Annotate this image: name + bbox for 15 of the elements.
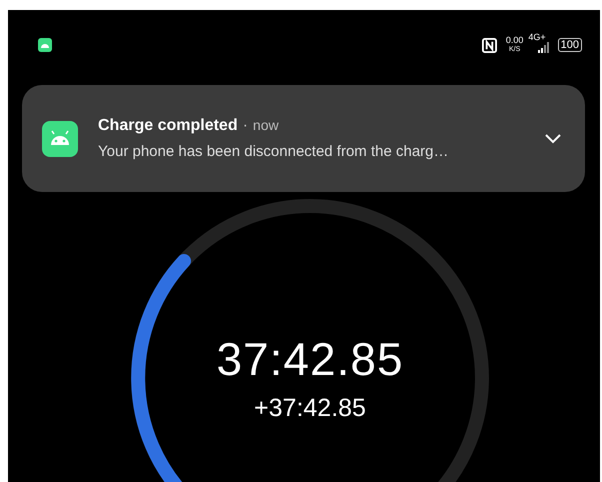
notification-body: Your phone has been disconnected from the charg… [98,143,450,160]
lap-time: +37:42.85 [254,394,366,423]
separator-dot: · [242,117,248,134]
android-notification-icon [38,38,52,52]
nfc-icon [482,38,497,52]
notification-time: now [252,117,279,133]
notification-card[interactable]: Charge completed · now Your phone has been disconnected from the charg… [22,85,585,192]
signal-icon [536,42,549,54]
android-app-icon [42,120,78,156]
stopwatch-time: 37:42.85 [216,332,404,386]
network-type: 4G+ [528,32,546,42]
network-speed: 0.00 [506,36,524,45]
notification-title: Charge completed [98,117,238,134]
chevron-icon [545,134,561,144]
battery-level: 100 [558,38,582,52]
